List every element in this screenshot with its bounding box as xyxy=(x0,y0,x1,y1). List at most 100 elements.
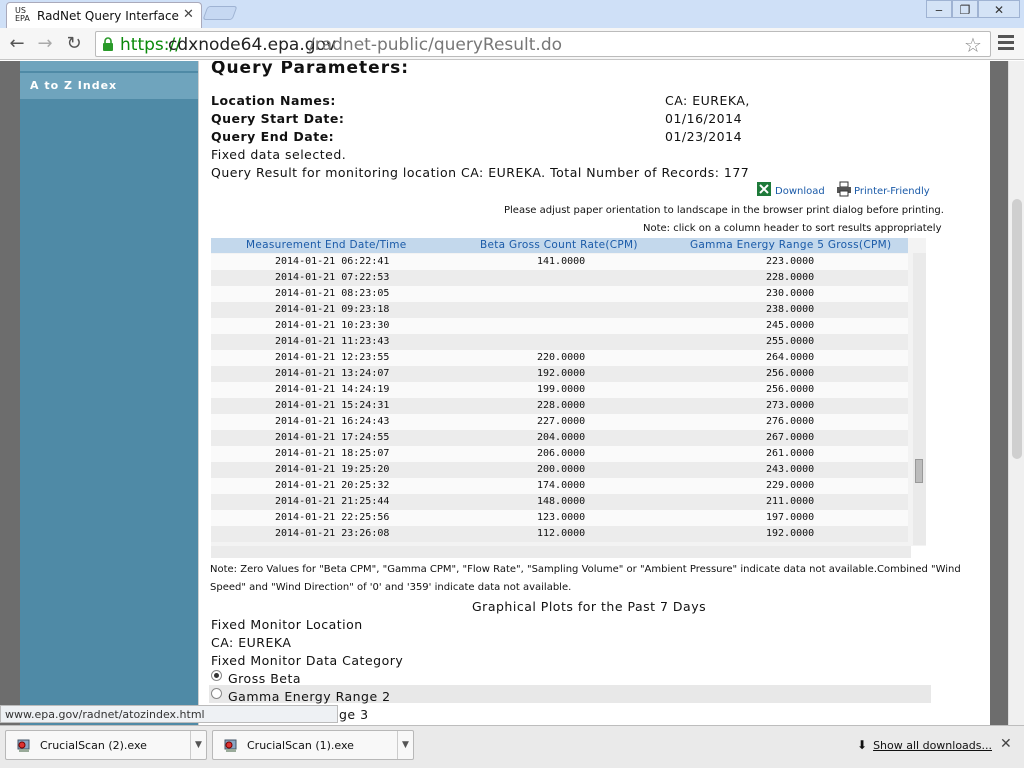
cell-beta: 228.0000 xyxy=(537,400,586,411)
table-horizontal-scrollbar[interactable] xyxy=(211,546,911,558)
minimize-icon[interactable]: ‒ xyxy=(926,0,952,18)
new-tab-button[interactable] xyxy=(202,6,238,20)
cell-gamma: 197.0000 xyxy=(766,512,815,523)
cell-gamma: 267.0000 xyxy=(766,432,815,443)
printer-friendly-link[interactable]: Printer-Friendly xyxy=(854,186,930,197)
download-menu-chevron-icon[interactable]: ▼ xyxy=(397,731,413,759)
cell-datetime: 2014-01-21 07:22:53 xyxy=(275,272,390,283)
gamma-range-3-label: ge 3 xyxy=(339,707,369,722)
downloads-bar: CrucialScan (2).exe ▼ CrucialScan (1).ex… xyxy=(0,725,1024,768)
cell-datetime: 2014-01-21 10:23:30 xyxy=(275,320,390,331)
query-parameters-heading: Query Parameters: xyxy=(211,61,409,78)
table-row: 2014-01-21 08:23:05 230.0000 xyxy=(211,286,908,302)
excel-icon[interactable] xyxy=(756,181,772,197)
cell-gamma: 261.0000 xyxy=(766,448,815,459)
gamma-range-2-radio[interactable] xyxy=(211,688,222,699)
cell-gamma: 245.0000 xyxy=(766,320,815,331)
cell-gamma: 211.0000 xyxy=(766,496,815,507)
browser-tab[interactable]: US EPA RadNet Query Interface ✕ xyxy=(6,2,202,28)
download-menu-chevron-icon[interactable]: ▼ xyxy=(190,731,206,759)
epa-favicon-icon: US EPA xyxy=(15,7,33,25)
show-all-downloads-link[interactable]: ⬇ Show all downloads... xyxy=(857,738,992,752)
cell-datetime: 2014-01-21 08:23:05 xyxy=(275,288,390,299)
maximize-icon[interactable]: ❐ xyxy=(952,0,978,18)
cell-beta: 192.0000 xyxy=(537,368,586,379)
table-vertical-scrollbar[interactable] xyxy=(913,253,926,545)
address-bar[interactable]: https:// cdxnode64.epa.gov /radnet-publi… xyxy=(95,31,991,57)
forward-arrow-icon[interactable]: → xyxy=(33,32,57,56)
fixed-data-selected-text: Fixed data selected. xyxy=(211,147,347,162)
cell-gamma: 238.0000 xyxy=(766,304,815,315)
cell-datetime: 2014-01-21 18:25:07 xyxy=(275,448,390,459)
cell-datetime: 2014-01-21 20:25:32 xyxy=(275,480,390,491)
back-arrow-icon[interactable]: ← xyxy=(5,32,29,56)
cell-beta: 174.0000 xyxy=(537,480,586,491)
status-bar-url: www.epa.gov/radnet/atozindex.html xyxy=(0,705,338,723)
a-to-z-index-link[interactable]: A to Z Index xyxy=(20,73,198,99)
tab-close-icon[interactable]: ✕ xyxy=(183,7,194,22)
browser-toolbar: ← → ↻ https:// cdxnode64.epa.gov /radnet… xyxy=(0,28,1024,60)
table-row: 2014-01-21 06:22:41 141.0000 223.0000 xyxy=(211,254,908,270)
download-arrow-icon: ⬇ xyxy=(857,738,868,752)
query-start-value: 01/16/2014 xyxy=(665,111,743,126)
fixed-monitor-location-label: Fixed Monitor Location xyxy=(211,617,363,632)
download-link[interactable]: Download xyxy=(775,186,825,197)
gamma-range-2-label: Gamma Energy Range 2 xyxy=(228,689,391,704)
cell-datetime: 2014-01-21 21:25:44 xyxy=(275,496,390,507)
cell-beta: 148.0000 xyxy=(537,496,586,507)
cell-beta: 204.0000 xyxy=(537,432,586,443)
cell-gamma: 273.0000 xyxy=(766,400,815,411)
download-filename: CrucialScan (1).exe xyxy=(247,739,354,752)
table-row: 2014-01-21 19:25:20 200.0000 243.0000 xyxy=(211,462,908,478)
table-row: 2014-01-21 10:23:30 245.0000 xyxy=(211,318,908,334)
page-scroll-thumb[interactable] xyxy=(1012,199,1022,459)
downloads-bar-close-icon[interactable]: ✕ xyxy=(1000,736,1012,752)
cell-gamma: 223.0000 xyxy=(766,256,815,267)
column-header-gamma[interactable]: Gamma Energy Range 5 Gross(CPM) xyxy=(690,239,891,251)
gross-beta-label: Gross Beta xyxy=(228,671,302,686)
main-content: Query Parameters: Location Names: CA: EU… xyxy=(198,61,990,725)
column-header-datetime[interactable]: Measurement End Date/Time xyxy=(246,239,407,251)
data-category-label: Fixed Monitor Data Category xyxy=(211,653,404,668)
table-row: 2014-01-21 18:25:07 206.0000 261.0000 xyxy=(211,446,908,462)
sort-note: Note: click on a column header to sort r… xyxy=(643,223,942,234)
cell-beta: 112.0000 xyxy=(537,528,586,539)
column-header-beta[interactable]: Beta Gross Count Rate(CPM) xyxy=(480,239,638,251)
chrome-menu-icon[interactable] xyxy=(996,32,1016,56)
table-row: 2014-01-21 22:25:56 123.0000 197.0000 xyxy=(211,510,908,526)
cell-datetime: 2014-01-21 23:26:08 xyxy=(275,528,390,539)
cell-gamma: 255.0000 xyxy=(766,336,815,347)
bookmark-star-icon[interactable]: ☆ xyxy=(964,33,982,57)
lock-icon xyxy=(103,37,113,51)
query-end-label: Query End Date: xyxy=(211,129,335,144)
cell-gamma: 256.0000 xyxy=(766,368,815,379)
gross-beta-radio[interactable] xyxy=(211,670,222,681)
table-scroll-thumb[interactable] xyxy=(915,459,923,483)
download-filename: CrucialScan (2).exe xyxy=(40,739,147,752)
reload-icon[interactable]: ↻ xyxy=(62,32,86,56)
cell-datetime: 2014-01-21 16:24:43 xyxy=(275,416,390,427)
zero-values-note-line2: Speed" and "Wind Direction" of '0' and '… xyxy=(210,582,572,593)
cell-gamma: 276.0000 xyxy=(766,416,815,427)
result-summary-text: Query Result for monitoring location CA:… xyxy=(211,165,750,180)
left-nav-partial-item[interactable] xyxy=(20,61,198,71)
table-row: 2014-01-21 12:23:55 220.0000 264.0000 xyxy=(211,350,908,366)
page-vertical-scrollbar[interactable] xyxy=(1008,61,1024,725)
table-row: 2014-01-21 11:23:43 255.0000 xyxy=(211,334,908,350)
printer-icon[interactable] xyxy=(836,181,852,197)
cell-datetime: 2014-01-21 15:24:31 xyxy=(275,400,390,411)
cell-datetime: 2014-01-21 14:24:19 xyxy=(275,384,390,395)
window-close-icon[interactable]: ✕ xyxy=(978,0,1020,18)
download-item[interactable]: CrucialScan (1).exe ▼ xyxy=(212,730,414,760)
cell-beta: 141.0000 xyxy=(537,256,586,267)
cell-gamma: 243.0000 xyxy=(766,464,815,475)
table-row: 2014-01-21 16:24:43 227.0000 276.0000 xyxy=(211,414,908,430)
table-row: 2014-01-21 14:24:19 199.0000 256.0000 xyxy=(211,382,908,398)
cell-beta: 227.0000 xyxy=(537,416,586,427)
print-orientation-note: Please adjust paper orientation to lands… xyxy=(504,205,944,216)
cell-beta: 123.0000 xyxy=(537,512,586,523)
cell-datetime: 2014-01-21 19:25:20 xyxy=(275,464,390,475)
cell-datetime: 2014-01-21 12:23:55 xyxy=(275,352,390,363)
download-item[interactable]: CrucialScan (2).exe ▼ xyxy=(5,730,207,760)
cell-gamma: 256.0000 xyxy=(766,384,815,395)
